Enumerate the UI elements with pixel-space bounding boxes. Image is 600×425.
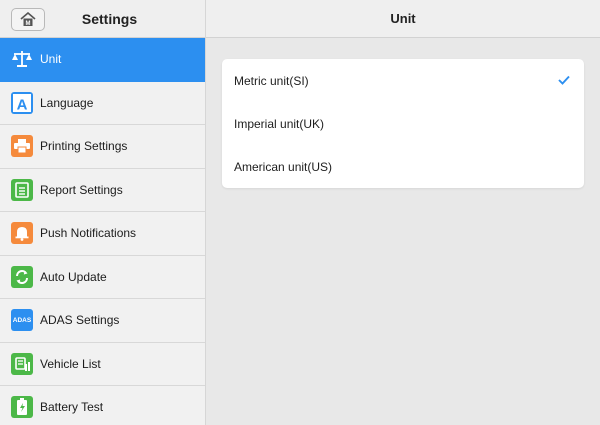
unit-option-metric[interactable]: Metric unit(SI) bbox=[222, 59, 584, 102]
svg-text:M: M bbox=[26, 21, 31, 27]
checkmark-icon bbox=[558, 73, 570, 88]
sidebar-item-auto-update[interactable]: Auto Update bbox=[0, 255, 205, 299]
svg-text:A: A bbox=[17, 96, 28, 113]
scale-icon bbox=[11, 48, 33, 70]
settings-menu: Unit A Language Printing Settings Report… bbox=[0, 38, 205, 425]
unit-option-imperial[interactable]: Imperial unit(UK) bbox=[222, 102, 584, 145]
sidebar-item-label: Unit bbox=[40, 52, 62, 67]
unit-option-american[interactable]: American unit(US) bbox=[222, 145, 584, 188]
sidebar-item-report-settings[interactable]: Report Settings bbox=[0, 168, 205, 212]
sidebar-item-push-notifications[interactable]: Push Notifications bbox=[0, 212, 205, 256]
report-icon bbox=[11, 178, 33, 201]
language-icon: A bbox=[11, 91, 33, 114]
unit-option-label: Metric unit(SI) bbox=[234, 73, 309, 88]
home-button[interactable]: M bbox=[11, 8, 45, 31]
sidebar-item-label: ADAS Settings bbox=[40, 313, 120, 328]
printer-icon bbox=[11, 135, 33, 158]
unit-option-label: American unit(US) bbox=[234, 159, 333, 174]
sidebar-item-language[interactable]: A Language bbox=[0, 81, 205, 125]
sidebar-item-label: Report Settings bbox=[40, 182, 123, 197]
adas-icon-text: ADAS bbox=[12, 316, 32, 324]
sidebar-item-printing-settings[interactable]: Printing Settings bbox=[0, 125, 205, 169]
sidebar-item-label: Battery Test bbox=[40, 400, 104, 415]
unit-options-card: Metric unit(SI) Imperial unit(UK) Americ… bbox=[222, 59, 584, 188]
battery-icon bbox=[11, 396, 33, 419]
home-icon: M bbox=[20, 12, 36, 27]
sidebar-header: M Settings bbox=[0, 0, 205, 38]
sidebar-item-battery-test[interactable]: Battery Test bbox=[0, 386, 205, 425]
sidebar-item-vehicle-list[interactable]: Vehicle List bbox=[0, 342, 205, 386]
sidebar-item-label: Printing Settings bbox=[40, 139, 128, 154]
sidebar-item-label: Language bbox=[40, 95, 94, 110]
bell-icon bbox=[11, 222, 33, 245]
refresh-icon bbox=[11, 265, 33, 288]
main-content: Metric unit(SI) Imperial unit(UK) Americ… bbox=[206, 38, 600, 425]
page-header: Unit bbox=[206, 0, 600, 38]
sidebar-item-label: Vehicle List bbox=[40, 356, 101, 371]
sidebar-item-label: Push Notifications bbox=[40, 226, 137, 241]
vehicle-list-icon bbox=[11, 352, 33, 375]
sidebar: M Settings Unit A Language Printing Sett… bbox=[0, 0, 206, 425]
page-title: Unit bbox=[390, 11, 416, 26]
adas-icon: ADAS bbox=[11, 309, 33, 332]
sidebar-item-unit[interactable]: Unit bbox=[0, 38, 205, 82]
sidebar-item-adas-settings[interactable]: ADAS ADAS Settings bbox=[0, 299, 205, 343]
sidebar-item-label: Auto Update bbox=[40, 269, 107, 284]
unit-option-label: Imperial unit(UK) bbox=[234, 116, 325, 131]
